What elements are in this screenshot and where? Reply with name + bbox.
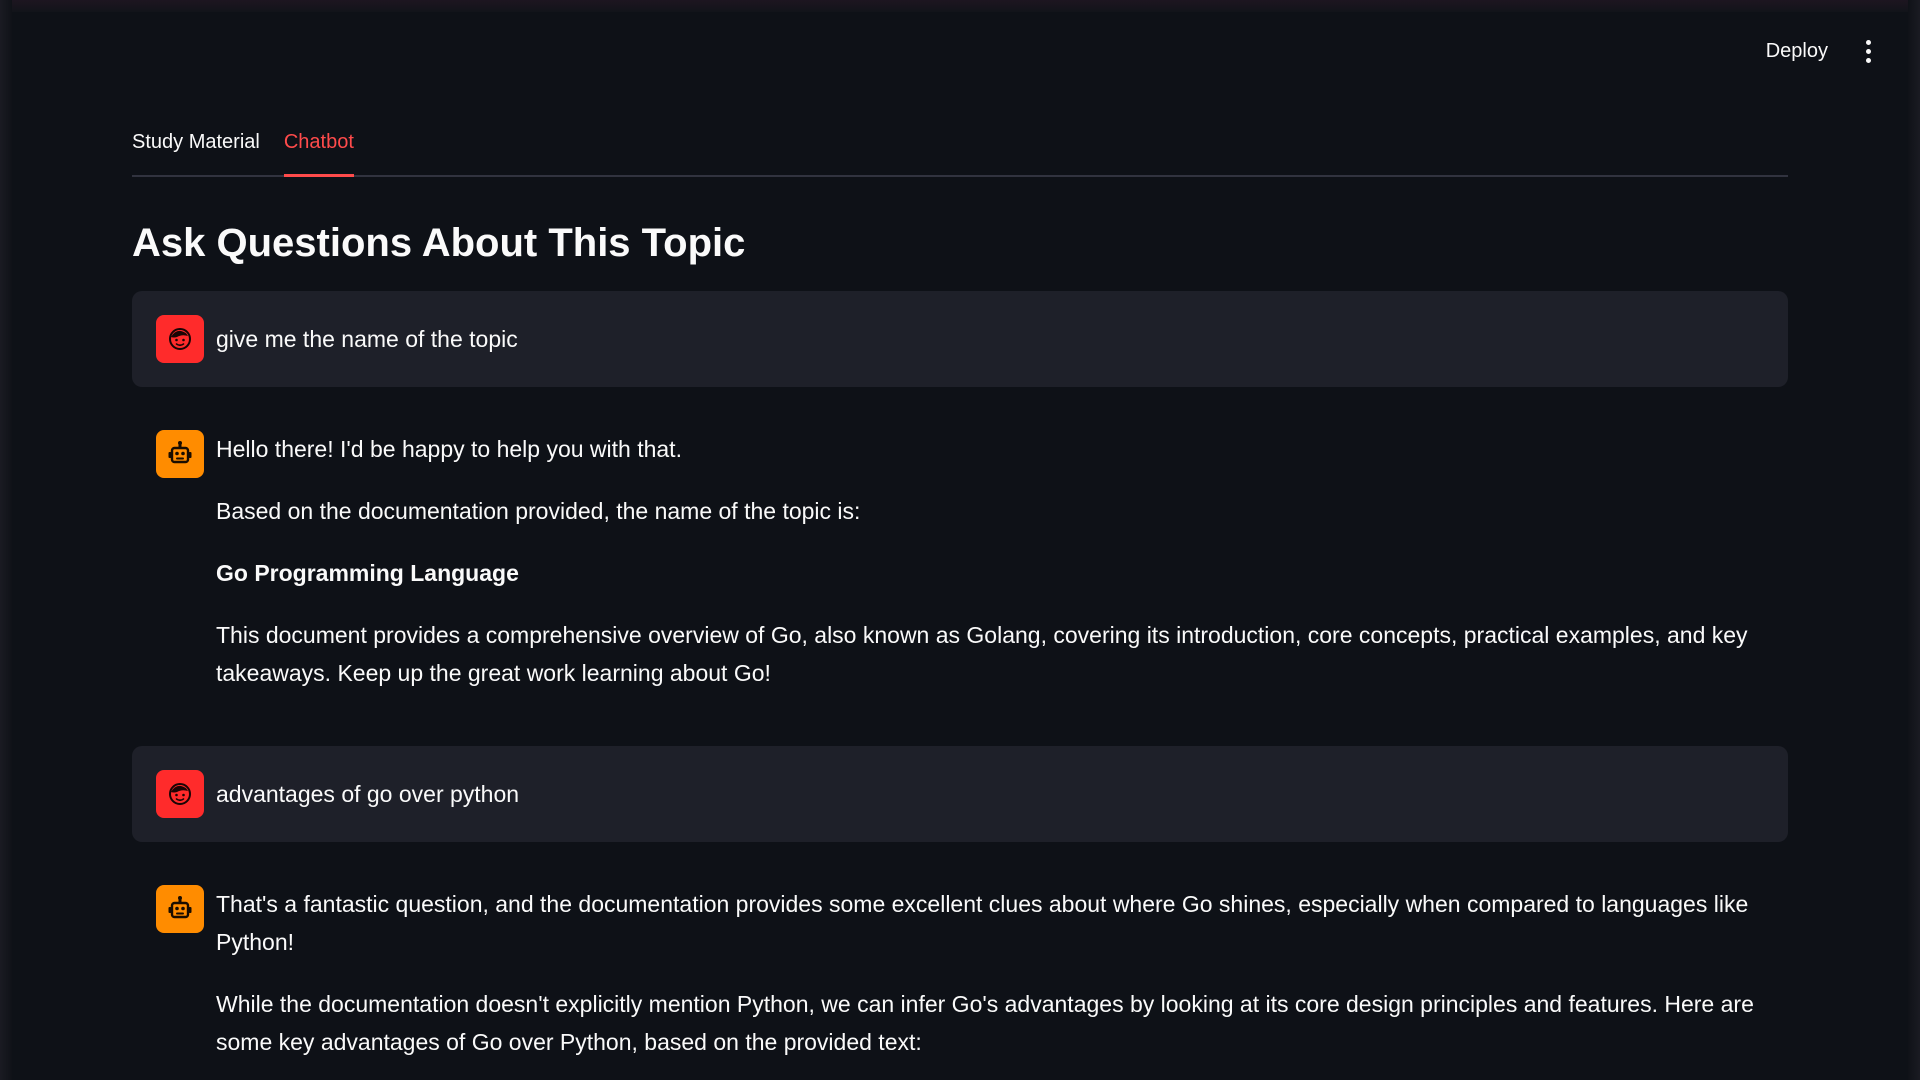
window-top-edge (0, 0, 1920, 12)
tab-study-material[interactable]: Study Material (132, 124, 260, 175)
message-text: Hello there! I'd be happy to help you wi… (216, 430, 1764, 692)
chat-message-assistant: Hello there! I'd be happy to help you wi… (132, 407, 1788, 715)
menu-dot (1865, 39, 1871, 45)
chat-message-user: give me the name of the topic (132, 291, 1788, 387)
tab-bar: Study Material Chatbot (132, 124, 1788, 177)
deploy-button[interactable]: Deploy (1766, 40, 1828, 63)
app-window: Deploy Study Material Chatbot Ask Questi… (0, 0, 1920, 1080)
app-header: Deploy (1766, 38, 1880, 64)
menu-dot (1865, 48, 1871, 54)
chat-message-assistant: That's a fantastic question, and the doc… (132, 862, 1788, 1080)
message-paragraph: This document provides a comprehensive o… (216, 622, 1748, 686)
user-face-icon (156, 315, 204, 363)
message-text: That's a fantastic question, and the doc… (216, 885, 1764, 1061)
page-title: Ask Questions About This Topic (132, 221, 746, 265)
menu-dot (1865, 57, 1871, 63)
user-face-icon (156, 770, 204, 818)
window-right-edge (1908, 0, 1920, 1080)
robot-icon (156, 430, 204, 478)
message-paragraph: While the documentation doesn't explicit… (216, 991, 1754, 1055)
robot-icon (156, 885, 204, 933)
message-paragraph: Hello there! I'd be happy to help you wi… (216, 436, 682, 462)
message-paragraph: That's a fantastic question, and the doc… (216, 891, 1749, 955)
message-paragraph: Based on the documentation provided, the… (216, 498, 861, 524)
tab-chatbot[interactable]: Chatbot (283, 124, 354, 177)
message-paragraph-bold: Go Programming Language (216, 560, 519, 586)
window-left-edge (0, 0, 12, 1080)
main-content: Study Material Chatbot Ask Questions Abo… (132, 124, 1788, 1080)
message-text: advantages of go over python (216, 781, 520, 807)
more-vert-icon[interactable] (1856, 38, 1880, 64)
chat-message-user: advantages of go over python (132, 746, 1788, 842)
message-text: give me the name of the topic (216, 326, 518, 352)
